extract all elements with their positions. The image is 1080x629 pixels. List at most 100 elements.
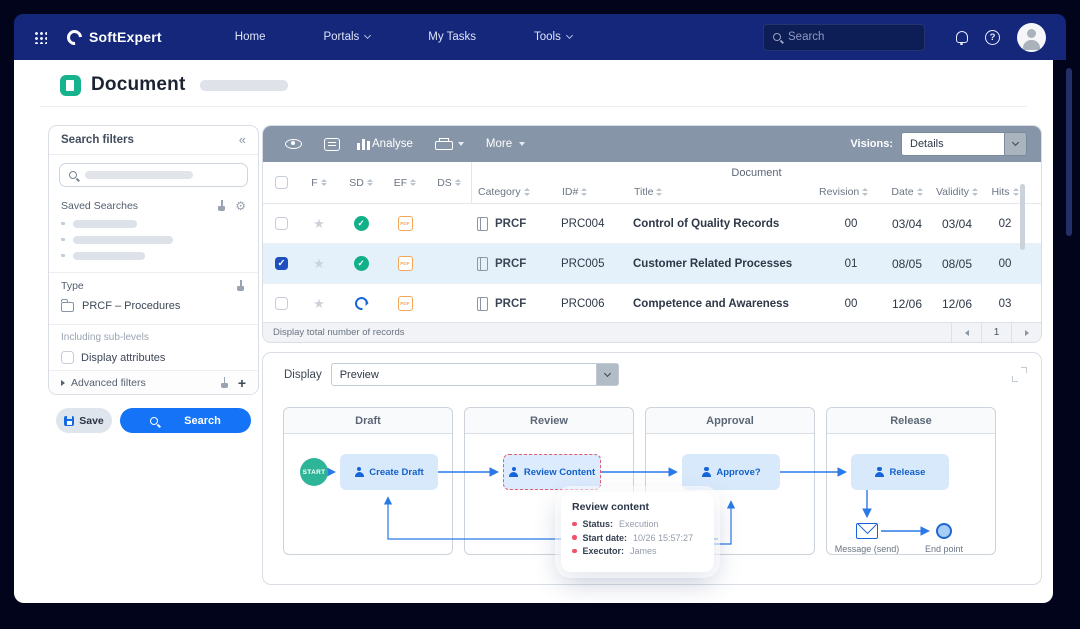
nav-my-tasks[interactable]: My Tasks [399,31,505,43]
sort-icon[interactable] [656,188,662,196]
table-row[interactable]: PRCF PRC004 Control of Quality Records 0… [263,204,1041,244]
visions-dropdown-button[interactable] [1005,132,1027,156]
electronic-file-icon[interactable] [398,216,413,231]
column-ds[interactable]: DS [437,177,452,189]
filter-search-input[interactable] [59,163,248,187]
message-send-icon[interactable] [856,523,878,539]
saved-search-item[interactable] [61,220,246,228]
notifications-bell-icon[interactable] [956,31,968,43]
window-scrollbar[interactable] [1066,68,1072,236]
task-review-content[interactable]: Review Content [503,454,601,490]
sort-icon[interactable] [367,179,373,187]
electronic-file-icon[interactable] [398,296,413,311]
visions-label: Visions: [850,138,893,150]
display-attributes-checkbox[interactable] [61,351,74,364]
save-button-label: Save [79,415,104,427]
nav-home[interactable]: Home [206,31,295,43]
sort-icon[interactable] [410,179,416,187]
brand-logo[interactable]: SoftExpert [67,29,162,45]
help-icon[interactable] [985,30,1000,45]
sort-icon[interactable] [321,179,327,187]
sort-icon[interactable] [972,188,978,196]
select-all-checkbox[interactable] [275,176,288,189]
navbar-left: SoftExpert Home Portals My Tasks Tools [34,29,601,45]
save-button[interactable]: Save [56,408,112,433]
column-validity[interactable]: Validity [936,186,969,198]
row-category: PRCF [495,218,526,230]
column-sd[interactable]: SD [349,177,364,189]
clear-icon[interactable] [219,377,230,388]
nav-portals[interactable]: Portals [294,31,399,43]
advanced-filters-toggle[interactable]: Advanced filters [61,377,146,389]
tooltip-executor-row: Executor: James [572,546,703,556]
task-approve-label: Approve? [716,467,760,478]
person-icon [509,467,519,477]
column-title[interactable]: Title [634,186,653,198]
row-date: 12/06 [883,297,931,311]
sort-icon[interactable] [524,188,530,196]
search-icon [69,171,77,179]
sort-icon[interactable] [455,179,461,187]
collapse-panel-icon[interactable] [239,132,246,147]
task-release[interactable]: Release [851,454,949,490]
column-category[interactable]: Category [478,186,521,198]
visions-select[interactable]: Details [901,132,1027,156]
column-hits[interactable]: Hits [991,186,1009,198]
row-checkbox[interactable] [275,217,288,230]
display-attributes-option[interactable]: Display attributes [61,351,246,364]
display-attributes-label: Display attributes [81,352,165,364]
sort-icon[interactable] [1013,188,1019,196]
row-checkbox-checked[interactable] [275,257,288,270]
next-page-button[interactable] [1011,323,1041,342]
gear-icon[interactable] [235,200,246,212]
global-search-input[interactable]: Search [763,24,925,51]
favorite-star-icon[interactable] [313,216,325,232]
favorite-star-icon[interactable] [313,256,325,272]
sort-icon[interactable] [862,188,868,196]
person-icon [354,467,364,477]
column-date[interactable]: Date [891,186,913,198]
app-grid-icon[interactable] [34,31,47,44]
more-button[interactable]: More [486,138,525,150]
nav-tools[interactable]: Tools [505,31,601,43]
type-value-item[interactable]: PRCF – Procedures [61,300,246,312]
task-approve[interactable]: Approve? [682,454,780,490]
user-avatar[interactable] [1017,23,1046,52]
clear-icon[interactable] [216,200,227,211]
row-checkbox[interactable] [275,297,288,310]
bullet-icon [572,549,577,554]
row-validity: 03/04 [931,217,983,231]
column-ef[interactable]: EF [394,177,407,189]
table-row[interactable]: PRCF PRC006 Competence and Awareness 00 … [263,284,1041,324]
task-create-draft[interactable]: Create Draft [340,454,438,490]
details-panel-icon[interactable] [324,138,340,151]
search-button[interactable]: Search [120,408,251,433]
favorite-star-icon[interactable] [313,296,325,312]
electronic-file-icon[interactable] [398,256,413,271]
column-revision[interactable]: Revision [819,186,859,198]
print-button[interactable] [435,138,464,150]
tooltip-start-date-value: 10/26 15:57:27 [633,533,693,543]
saved-search-item[interactable] [61,252,246,260]
options-section: Including sub-levels Display attributes [49,324,258,370]
start-node[interactable]: START [300,458,328,486]
row-title: Customer Related Processes [633,258,819,270]
end-point-node[interactable] [937,524,951,538]
fullscreen-icon[interactable] [1012,367,1027,382]
saved-search-item[interactable] [61,236,246,244]
total-records-link[interactable]: Display total number of records [263,327,404,338]
sort-icon[interactable] [917,188,923,196]
previous-page-button[interactable] [951,323,981,342]
column-f[interactable]: F [311,177,317,189]
display-dropdown-button[interactable] [597,363,619,386]
clear-icon[interactable] [235,280,246,291]
preview-panel: Display Preview Draft Review Approval Re… [262,352,1042,585]
view-icon[interactable] [285,139,302,149]
sort-icon[interactable] [581,188,587,196]
add-filter-icon[interactable] [238,376,246,390]
column-id[interactable]: ID# [562,186,578,198]
table-row-selected[interactable]: PRCF PRC005 Customer Related Processes 0… [263,244,1041,284]
display-select[interactable]: Preview [331,363,619,386]
table-scrollbar[interactable] [1020,184,1025,250]
analyse-button[interactable]: Analyse [362,138,413,150]
